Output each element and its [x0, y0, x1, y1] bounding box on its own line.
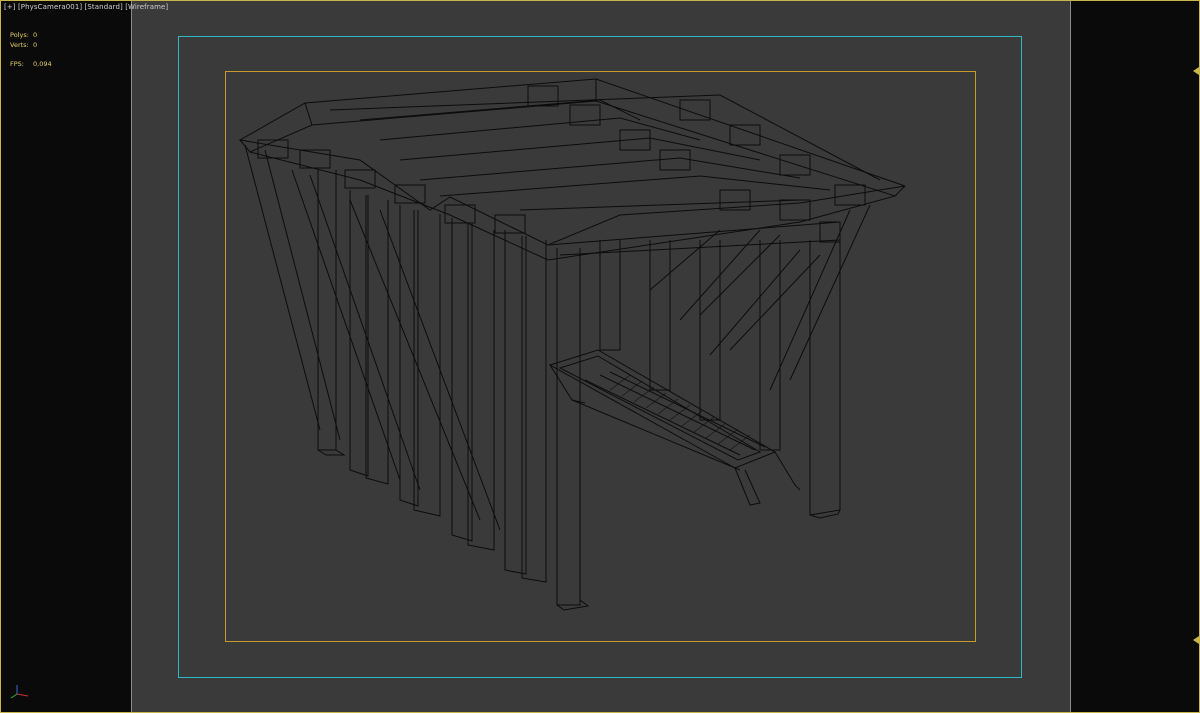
polys-row: Polys: 0 — [10, 31, 52, 41]
beam-end — [659, 149, 691, 171]
viewport-statistics: Polys: 0 Verts: 0 FPS: 0,094 — [10, 31, 52, 70]
polys-value: 0 — [33, 31, 38, 39]
beam-end — [527, 85, 559, 107]
triangle-left-icon[interactable] — [1193, 636, 1199, 644]
fps-label: FPS: — [10, 60, 24, 68]
beam-end — [444, 204, 476, 224]
bench — [548, 349, 777, 469]
beam-end — [344, 169, 376, 189]
wireframe-structure[interactable] — [0, 0, 1200, 713]
beam-end — [729, 124, 761, 146]
fps-value: 0,094 — [33, 60, 52, 68]
xyz-axis-icon — [10, 685, 29, 699]
beam-end — [494, 214, 526, 234]
verts-row: Verts: 0 — [10, 41, 52, 51]
polys-label: Polys: — [10, 31, 29, 39]
triangle-left-icon[interactable] — [1193, 67, 1199, 75]
viewport-camera-menu[interactable]: [PhysCamera001] — [18, 3, 82, 11]
viewport-label[interactable]: [+] [PhysCamera001] [Standard] [Wirefram… — [4, 3, 168, 11]
beam-end — [779, 154, 811, 176]
fps-row: FPS: 0,094 — [10, 60, 52, 70]
viewport-mode-menu[interactable]: [Wireframe] — [125, 3, 168, 11]
viewport-shading-menu[interactable]: [Standard] — [85, 3, 123, 11]
viewport-plus-menu[interactable]: [+] — [4, 3, 16, 11]
verts-label: Verts: — [10, 40, 29, 49]
verts-value: 0 — [33, 40, 38, 49]
